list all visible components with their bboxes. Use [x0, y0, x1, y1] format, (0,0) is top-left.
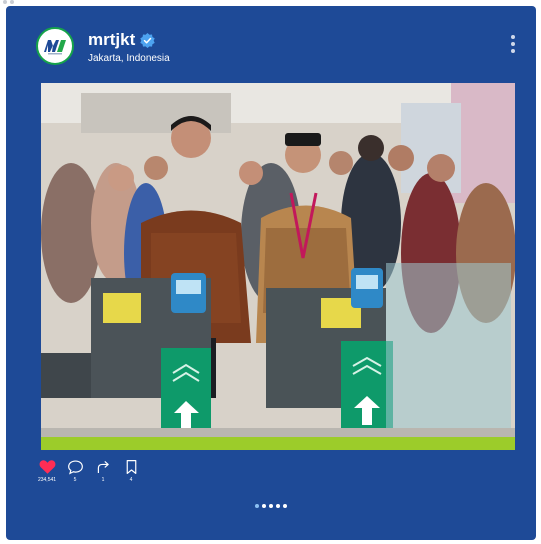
share-button[interactable]: 1: [95, 459, 111, 483]
save-count: 4: [129, 477, 133, 483]
carousel-indicator[interactable]: [6, 504, 536, 508]
more-icon: [511, 35, 515, 39]
post-photo[interactable]: [41, 83, 515, 450]
comment-icon: [67, 460, 83, 475]
comment-count: 5: [73, 477, 77, 483]
carousel-dot[interactable]: [262, 504, 266, 508]
window-corner-dots: [3, 0, 14, 4]
share-icon: [97, 461, 109, 473]
station-gate-photo: [41, 83, 515, 450]
carousel-dot[interactable]: [269, 504, 273, 508]
share-count: 1: [101, 477, 105, 483]
save-button[interactable]: 4: [123, 459, 139, 483]
carousel-dot[interactable]: [276, 504, 280, 508]
post-location[interactable]: Jakarta, Indonesia: [88, 53, 170, 64]
post-actions: 234,541 5 1 4: [37, 459, 139, 483]
heart-icon: [39, 460, 55, 474]
more-options-button[interactable]: [510, 35, 516, 53]
mrt-logo-icon: [44, 40, 66, 55]
like-count: 234,541: [37, 477, 57, 483]
bookmark-icon: [126, 460, 136, 474]
carousel-dot[interactable]: [283, 504, 287, 508]
verified-badge-icon: [140, 32, 155, 48]
post-card: mrtjkt Jakarta, Indonesia 234,541 5 1 4: [6, 6, 536, 540]
carousel-dot[interactable]: [255, 504, 259, 508]
account-name[interactable]: mrtjkt: [88, 30, 155, 50]
profile-avatar[interactable]: [36, 27, 74, 65]
like-button[interactable]: 234,541: [37, 459, 57, 483]
username-text[interactable]: mrtjkt: [88, 30, 135, 50]
comment-button[interactable]: 5: [67, 459, 83, 483]
